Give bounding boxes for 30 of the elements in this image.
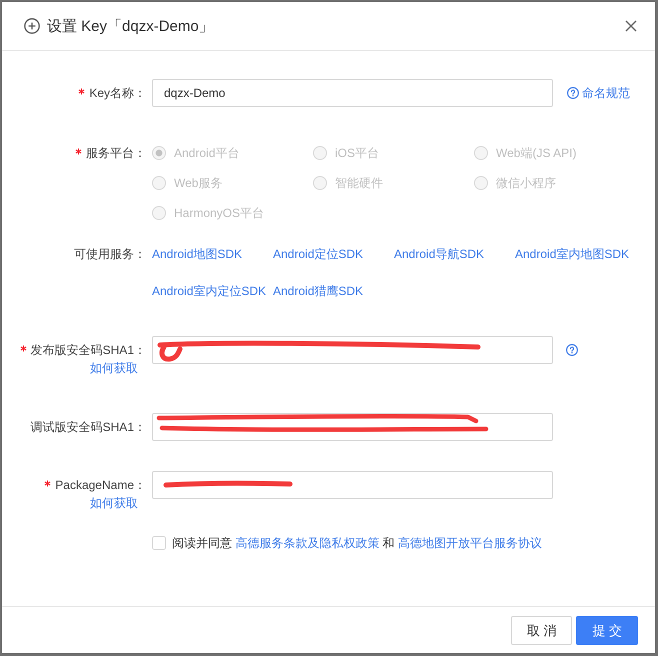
field-label: Key名称：: [89, 84, 146, 102]
terms-link[interactable]: 高德服务条款及隐私权政策: [235, 536, 380, 550]
help-link[interactable]: 如何获取: [90, 496, 138, 510]
sdk-link[interactable]: Android导航SDK: [394, 236, 515, 273]
naming-rules-link[interactable]: 命名规范: [567, 79, 630, 107]
field-label: 可使用服务：: [74, 246, 146, 263]
sdk-link[interactable]: Android定位SDK: [273, 236, 394, 273]
help-icon: [567, 87, 579, 99]
sdk-link[interactable]: Android室内地图SDK: [515, 236, 630, 273]
checkbox[interactable]: [152, 536, 166, 550]
help-link[interactable]: 如何获取: [90, 361, 138, 375]
field-label: 服务平台：: [86, 144, 146, 162]
text-field[interactable]: dqzx-Demo: [152, 79, 553, 107]
sdk-link[interactable]: Android地图SDK: [152, 236, 273, 273]
text-field[interactable]: [152, 471, 553, 499]
field-label: PackageName：: [55, 476, 146, 494]
sdk-link[interactable]: Android猎鹰SDK: [273, 273, 394, 310]
cancel-button[interactable]: 取 消: [510, 616, 572, 645]
dialog-title: 设置 Key「dqzx-Demo」: [47, 16, 215, 36]
sdk-link[interactable]: Android室内定位SDK: [152, 273, 273, 310]
terms-link[interactable]: 高德地图开放平台服务协议: [398, 536, 542, 550]
field-label: 发布版安全码SHA1：: [30, 342, 146, 358]
text-field[interactable]: [152, 336, 553, 364]
submit-button[interactable]: 提 交: [576, 616, 638, 645]
field-label: 调试版安全码SHA1：: [30, 418, 146, 436]
close-icon[interactable]: [625, 20, 637, 32]
text-field[interactable]: [152, 413, 553, 441]
plus-circle-icon: [24, 18, 40, 34]
agreement-text: 阅读并同意 高德服务条款及隐私权政策 和 高德地图开放平台服务协议: [172, 534, 542, 552]
help-icon[interactable]: [566, 344, 578, 356]
